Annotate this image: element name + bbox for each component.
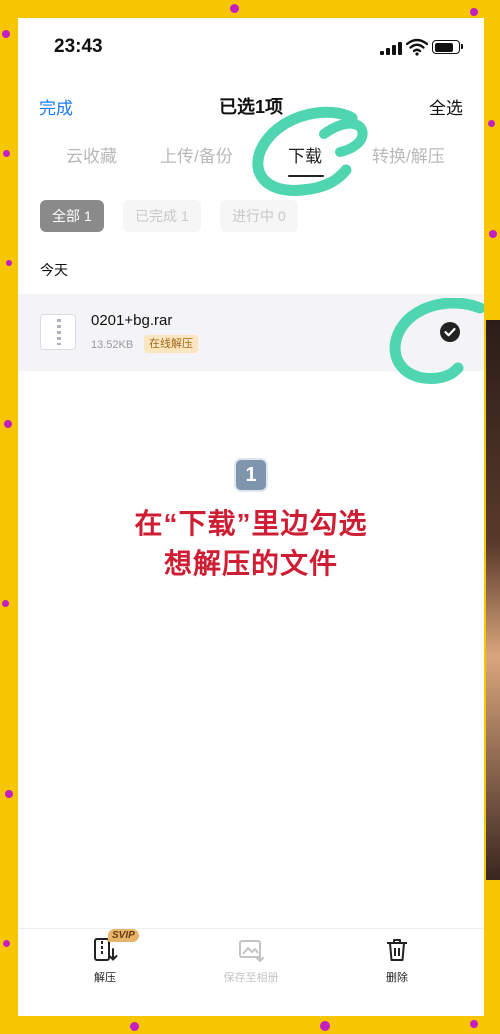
decor-dot — [6, 260, 12, 266]
decor-dot — [3, 940, 10, 947]
file-name: 0201+bg.rar — [91, 312, 173, 329]
extract-button[interactable]: SVIP 解压 — [55, 929, 155, 985]
filter-label: 全部 — [52, 208, 80, 224]
nav-bar: 完成 已选1项 全选 — [18, 88, 484, 124]
instruction-line-1: 在“下载”里边勾选 — [18, 502, 484, 542]
select-all-button[interactable]: 全选 — [429, 94, 463, 119]
filter-label: 进行中 — [232, 208, 274, 224]
filter-all[interactable]: 全部 1 — [40, 200, 104, 232]
file-list-item[interactable]: 0201+bg.rar 13.52KB 在线解压 — [18, 294, 484, 371]
filter-count: 0 — [278, 208, 286, 224]
decor-dot — [470, 8, 478, 16]
zip-file-icon — [40, 314, 76, 350]
filter-count: 1 — [84, 208, 92, 224]
filter-label: 已完成 — [135, 208, 177, 224]
tab-bar: 云收藏 上传/备份 下载 转换/解压 — [18, 138, 484, 182]
save-to-album-icon — [239, 940, 264, 963]
keycap-number-icon: 1 — [234, 458, 268, 492]
decor-dot — [5, 790, 13, 798]
tab-upload-backup[interactable]: 上传/备份 — [160, 142, 233, 167]
cellular-signal-icon — [380, 42, 402, 55]
decor-dot — [4, 420, 12, 428]
trash-icon — [387, 939, 407, 961]
phone-screen: 23:43 完成 已选1项 全选 云收藏 上传/备份 下载 转换/解压 全部1 — [18, 18, 484, 1016]
save-to-album-button[interactable]: 保存至相册 — [201, 937, 301, 985]
section-header-today: 今天 — [40, 262, 68, 278]
decor-dot — [3, 150, 10, 157]
decor-dot — [320, 1021, 330, 1031]
decor-dot — [130, 1022, 139, 1031]
online-extract-badge[interactable]: 在线解压 — [144, 335, 198, 353]
save-to-album-label: 保存至相册 — [223, 972, 279, 984]
decor-dot — [488, 120, 495, 127]
instruction-line-2: 想解压的文件 — [18, 542, 484, 582]
status-time: 23:43 — [54, 36, 103, 57]
active-tab-indicator — [288, 175, 324, 177]
decor-dot — [470, 1020, 478, 1028]
svip-badge: SVIP — [108, 929, 139, 942]
tab-download[interactable]: 下载 — [288, 142, 322, 167]
tab-cloud-favorites[interactable]: 云收藏 — [66, 142, 117, 167]
background-photo — [486, 320, 500, 880]
filter-completed[interactable]: 已完成 1 — [123, 200, 201, 232]
instruction-text: 在“下载”里边勾选 — [134, 508, 368, 539]
selection-checkbox[interactable] — [440, 322, 460, 342]
decor-dot — [2, 600, 9, 607]
status-bar: 23:43 — [18, 18, 484, 78]
file-size: 13.52KB — [91, 339, 134, 351]
filter-in-progress[interactable]: 进行中 0 — [220, 200, 298, 232]
tab-convert-extract[interactable]: 转换/解压 — [372, 142, 445, 167]
filter-count: 1 — [181, 208, 189, 224]
decor-dot — [2, 30, 10, 38]
checkmark-icon — [444, 327, 456, 337]
instruction-text: 想解压的文件 — [163, 548, 338, 579]
battery-icon — [432, 40, 463, 54]
delete-label: 删除 — [386, 972, 408, 984]
page-title: 已选1项 — [218, 97, 283, 117]
extract-label: 解压 — [94, 972, 116, 984]
bottom-action-bar: SVIP 解压 保存至相册 删除 — [18, 928, 484, 1016]
decor-dot — [230, 4, 239, 13]
wifi-icon — [406, 38, 428, 56]
decor-dot — [489, 230, 497, 238]
delete-button[interactable]: 删除 — [347, 937, 447, 985]
